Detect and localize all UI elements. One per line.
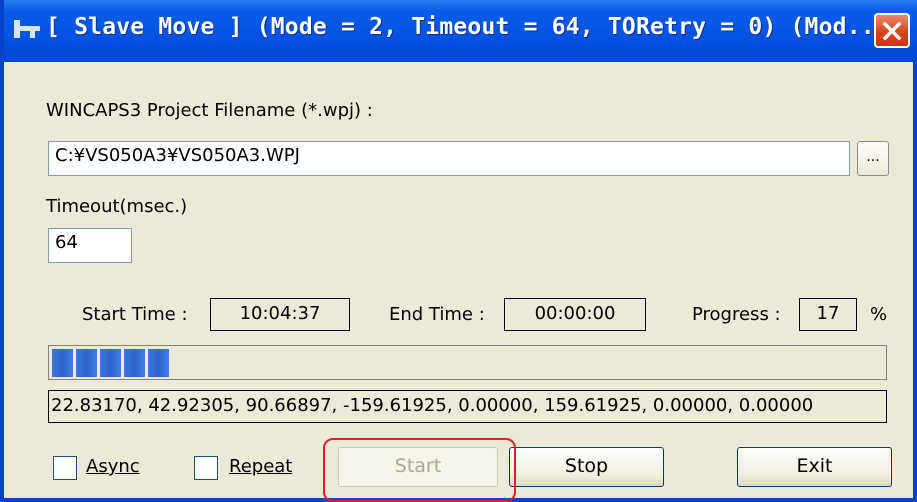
exit-button[interactable]: Exit [737, 447, 892, 487]
progress-block [100, 349, 121, 377]
slave-move-window: [ Slave Move ] (Mode = 2, Timeout = 64, … [0, 0, 917, 502]
window-title: [ Slave Move ] (Mode = 2, Timeout = 64, … [46, 14, 889, 40]
stop-button[interactable]: Stop [509, 447, 664, 487]
progress-block [148, 349, 169, 377]
percent-sign: % [870, 304, 888, 325]
async-label-text: Async [86, 456, 140, 477]
async-label[interactable]: Async [86, 456, 140, 477]
browse-button[interactable]: ... [857, 141, 889, 176]
progress-block [52, 349, 73, 377]
async-checkbox[interactable] [53, 456, 77, 480]
start-time-label: Start Time : [82, 304, 188, 325]
start-button-highlight [323, 438, 516, 502]
progress-label: Progress : [692, 304, 781, 325]
app-icon [14, 20, 40, 38]
progress-block [76, 349, 97, 377]
title-bar[interactable]: [ Slave Move ] (Mode = 2, Timeout = 64, … [4, 0, 917, 62]
close-button[interactable] [874, 13, 910, 48]
repeat-label[interactable]: Repeat [229, 456, 292, 477]
progress-bar [48, 345, 887, 380]
project-filename-label: WINCAPS3 Project Filename (*.wpj) : [46, 100, 373, 121]
robot-coordinates: 22.83170, 42.92305, 90.66897, -159.61925… [48, 390, 887, 423]
repeat-label-text: Repeat [229, 456, 293, 477]
end-time-value: 00:00:00 [504, 298, 646, 331]
close-icon [882, 21, 902, 41]
progress-percent-value: 17 [799, 298, 857, 331]
progress-block [124, 349, 145, 377]
end-time-label: End Time : [389, 304, 485, 325]
repeat-checkbox[interactable] [194, 456, 218, 480]
timeout-label: Timeout(msec.) [46, 196, 188, 217]
timeout-input[interactable]: 64 [48, 228, 132, 263]
project-filename-input[interactable]: C:¥VS050A3¥VS050A3.WPJ [48, 141, 850, 176]
start-time-value: 10:04:37 [210, 298, 350, 331]
